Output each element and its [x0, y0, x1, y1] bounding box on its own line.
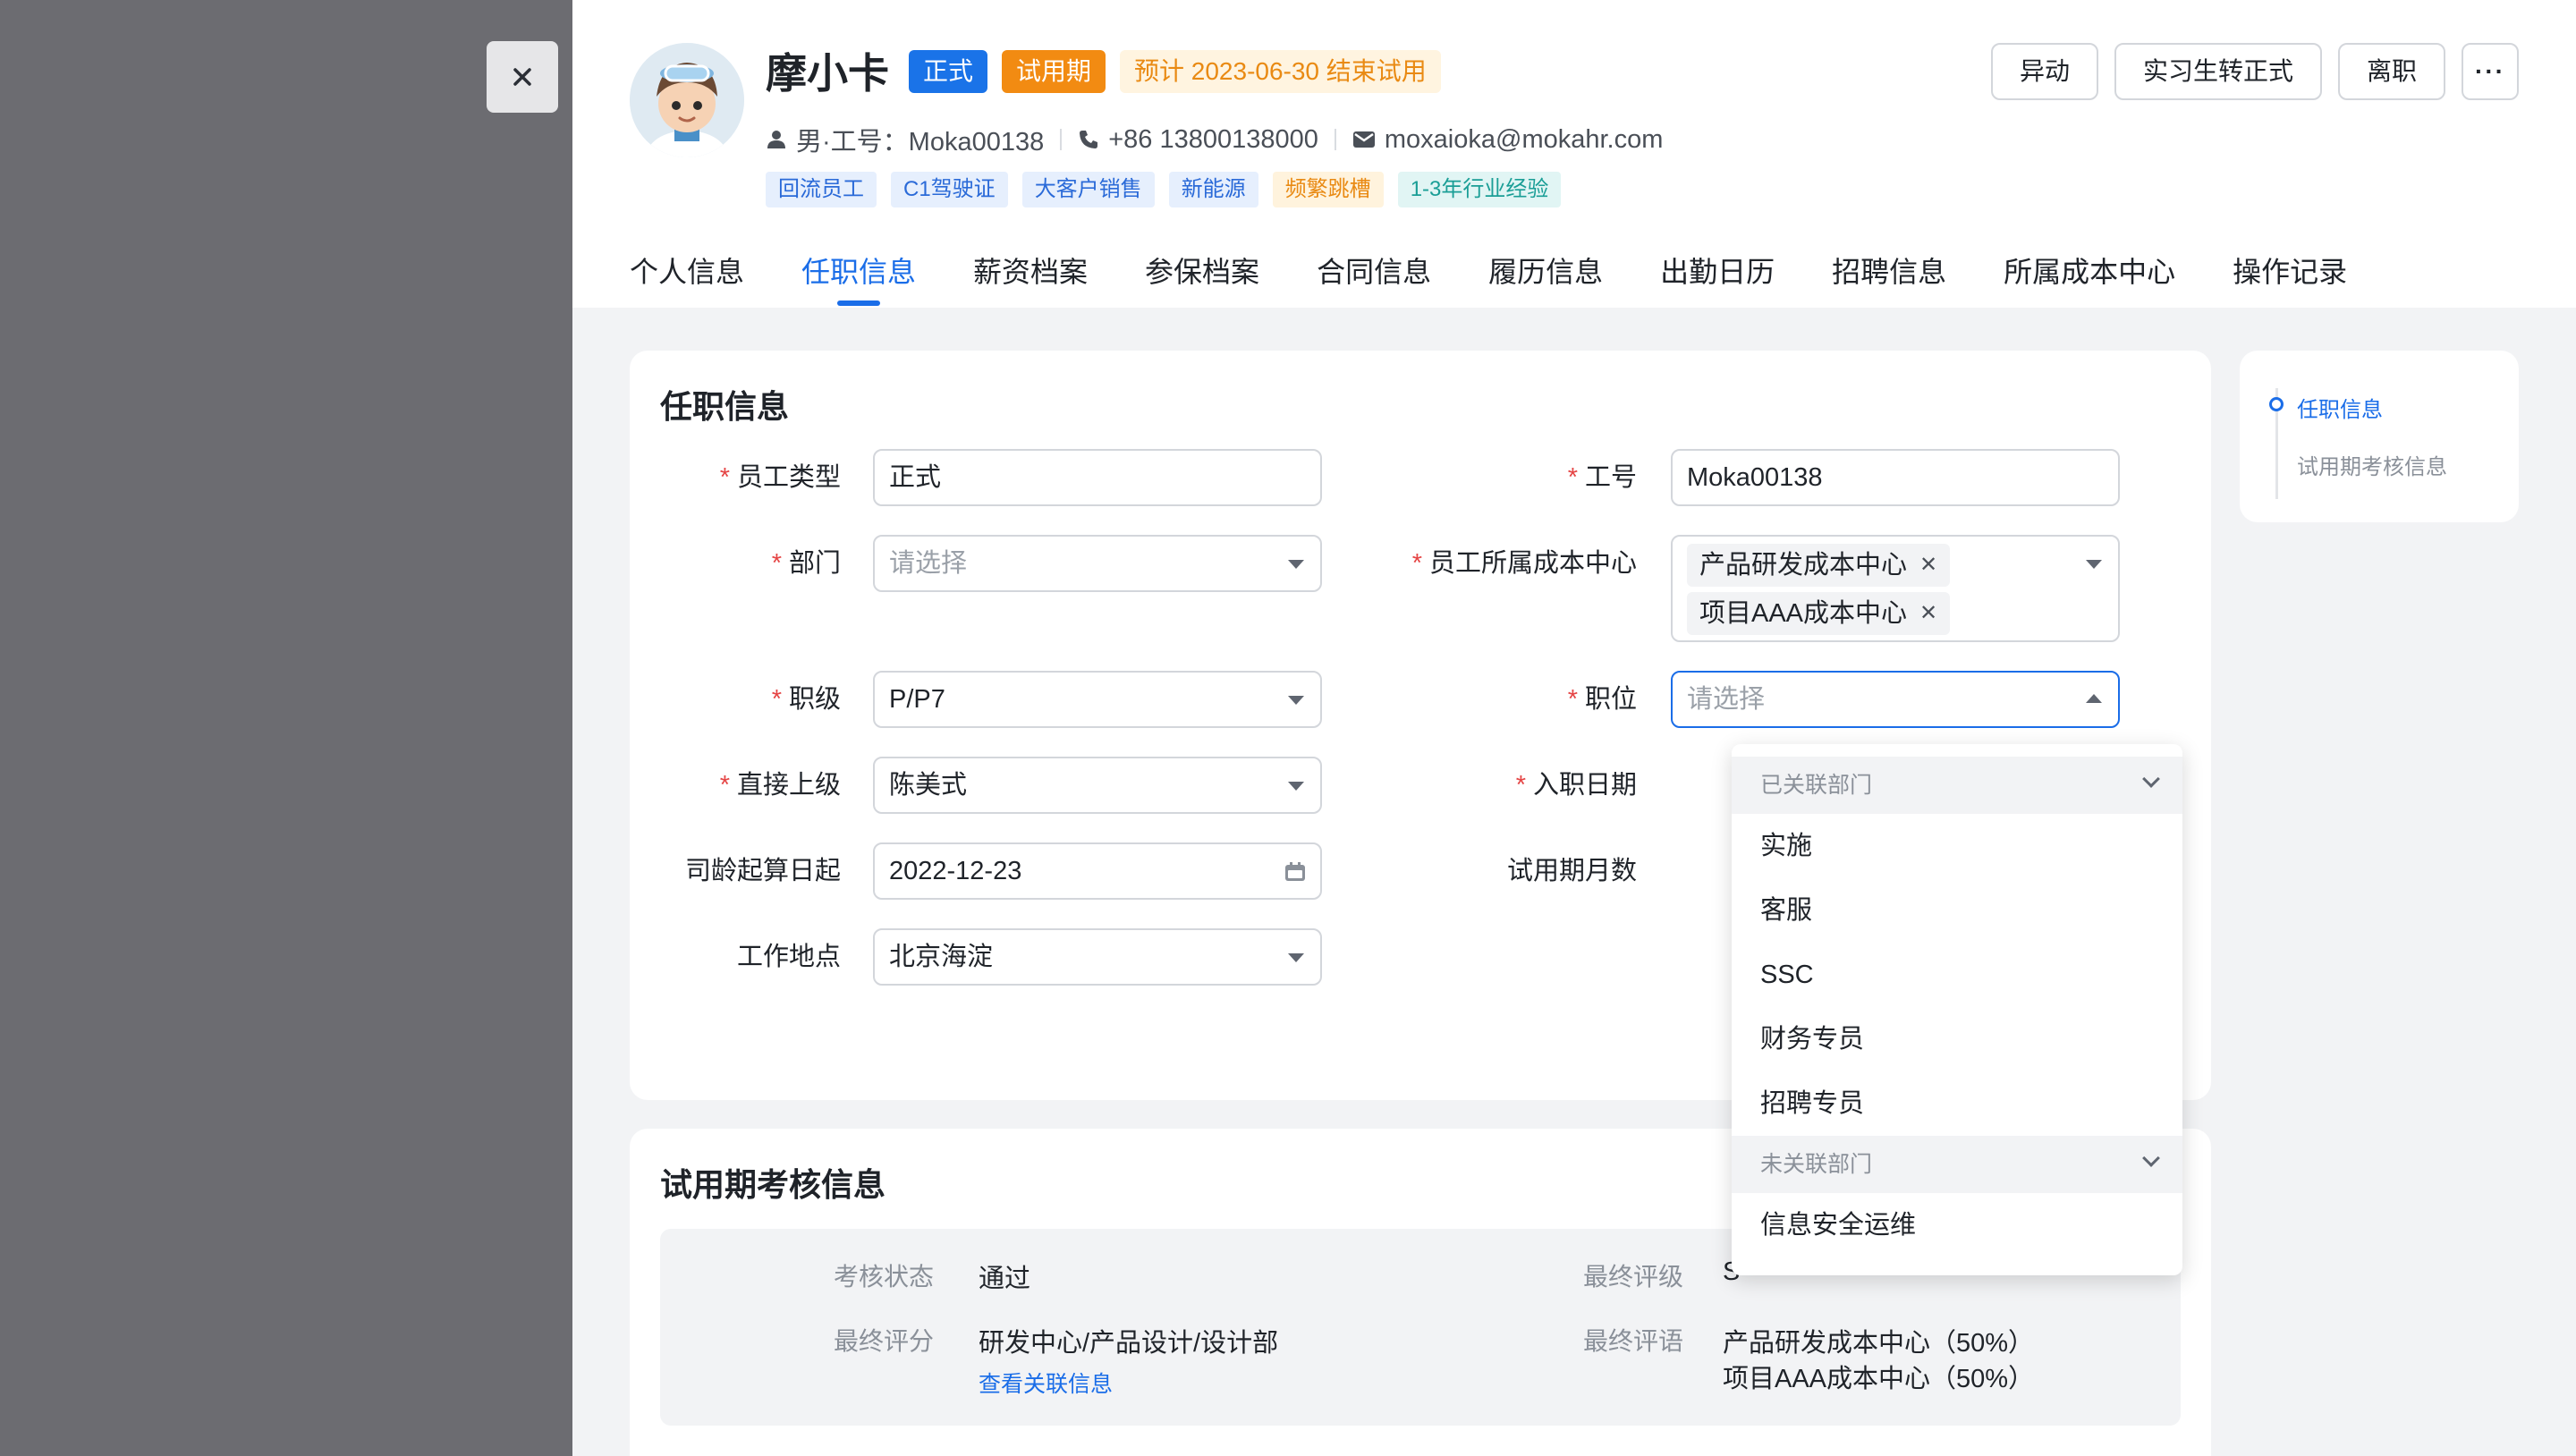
chevron-down-icon	[2086, 560, 2102, 569]
anchor-employment-info[interactable]: 任职信息	[2297, 392, 2383, 423]
avatar	[630, 43, 744, 157]
close-button[interactable]	[487, 41, 558, 113]
supervisor-label: * 直接上级	[719, 771, 841, 800]
anchor-trial-assessment[interactable]: 试用期考核信息	[2297, 449, 2447, 480]
cost-center-tag: 项目AAA成本中心 ✕	[1687, 592, 1951, 635]
trial-badge: 试用期	[1002, 50, 1106, 93]
dropdown-option[interactable]: 财务专员	[1732, 1007, 2182, 1071]
close-icon	[513, 68, 531, 86]
department-label: * 部门	[771, 549, 841, 578]
final-comment-line: 项目AAA成本中心（50%）	[1723, 1365, 2035, 1393]
tab-contract[interactable]: 合同信息	[1317, 249, 1431, 295]
assessment-status-value: 通过	[979, 1265, 1031, 1293]
chevron-down-icon	[2142, 770, 2160, 788]
modal-overlay[interactable]	[0, 0, 572, 1456]
tab-operation-log[interactable]: 操作记录	[2233, 249, 2347, 295]
employee-type-label: * 员工类型	[719, 463, 841, 492]
final-comment-line: 产品研发成本中心（50%）	[1723, 1329, 2035, 1358]
tab-recruiting[interactable]: 招聘信息	[1832, 249, 1946, 295]
final-comment-label: 最终评语	[1583, 1327, 1684, 1355]
supervisor-select[interactable]: 陈美式	[873, 757, 1322, 814]
position-dropdown: 已关联部门 实施 客服 SSC 财务专员 招聘专员 未关联部门 信息安全运维	[1732, 744, 2182, 1275]
profile-tags: 回流员工 C1驾驶证 大客户销售 新能源 频繁跳槽 1-3年行业经验	[766, 172, 1562, 207]
profile-tag: 回流员工	[766, 172, 877, 207]
employee-id-label: * 工号	[1567, 463, 1637, 492]
person-icon	[767, 131, 785, 148]
view-related-link[interactable]: 查看关联信息	[979, 1367, 1113, 1399]
dropdown-option[interactable]: 招聘专员	[1732, 1071, 2182, 1136]
calendar-icon	[1285, 862, 1305, 881]
dropdown-group-linked[interactable]: 已关联部门	[1732, 757, 2182, 814]
tab-resume[interactable]: 履历信息	[1488, 249, 1603, 295]
chevron-down-icon	[1288, 560, 1304, 569]
level-label: * 职级	[771, 685, 841, 714]
profile-tag: 1-3年行业经验	[1397, 172, 1562, 207]
position-select[interactable]: 请选择	[1671, 671, 2120, 728]
dropdown-option[interactable]: 客服	[1732, 878, 2182, 943]
tab-attendance[interactable]: 出勤日历	[1660, 249, 1775, 295]
tab-personal-info[interactable]: 个人信息	[630, 249, 744, 295]
phone-number: +86 13800138000	[1108, 124, 1318, 154]
assessment-status-label: 考核状态	[834, 1263, 935, 1291]
chevron-down-icon	[1288, 696, 1304, 705]
dropdown-option[interactable]: 信息安全运维	[1732, 1193, 2182, 1257]
tab-employment-info[interactable]: 任职信息	[801, 249, 916, 306]
seniority-date-picker[interactable]: 2022-12-23	[873, 842, 1322, 900]
gender-employee-id: 男·工号：Moka00138	[796, 128, 1045, 157]
profile-tag: 大客户销售	[1021, 172, 1155, 207]
employee-detail-panel: 摩小卡 正式 试用期 预计 2023-06-30 结束试用 男·工号：Moka0…	[572, 0, 2576, 1456]
intern-convert-button[interactable]: 实习生转正式	[2114, 43, 2322, 100]
trial-end-notice: 预计 2023-06-30 结束试用	[1120, 50, 1441, 93]
transfer-button[interactable]: 异动	[1990, 43, 2098, 100]
profile-tag: 频繁跳槽	[1272, 172, 1384, 207]
dropdown-option[interactable]: 实施	[1732, 814, 2182, 878]
work-location-label: 工作地点	[736, 943, 841, 971]
contact-row: 男·工号：Moka00138 +86 13800138000 moxaioka@…	[766, 120, 1663, 159]
final-rating-label: 最终评级	[1583, 1263, 1684, 1291]
anchor-active-dot	[2269, 397, 2284, 411]
position-label: * 职位	[1567, 685, 1637, 714]
tab-insurance[interactable]: 参保档案	[1145, 249, 1259, 295]
status-badge: 正式	[909, 50, 988, 93]
chevron-down-icon	[2142, 1149, 2160, 1167]
profile-tag: 新能源	[1168, 172, 1258, 207]
dropdown-option[interactable]: SSC	[1732, 943, 2182, 1007]
close-icon[interactable]: ✕	[1919, 592, 1937, 635]
phone-icon	[1080, 131, 1098, 148]
cost-center-label: * 员工所属成本中心	[1411, 549, 1637, 578]
chevron-up-icon	[2086, 694, 2102, 703]
trial-months-label: 试用期月数	[1506, 857, 1637, 885]
email-address: moxaioka@mokahr.com	[1384, 124, 1664, 154]
cost-center-multiselect[interactable]: 产品研发成本中心 ✕ 项目AAA成本中心 ✕	[1671, 535, 2120, 642]
section-title: 任职信息	[660, 388, 790, 425]
chevron-down-icon	[1288, 782, 1304, 791]
mail-icon	[1352, 131, 1375, 148]
resign-button[interactable]: 离职	[2337, 43, 2445, 100]
employee-type-field[interactable]: 正式	[873, 449, 1322, 506]
cost-center-tag: 产品研发成本中心 ✕	[1687, 544, 1951, 587]
employee-name: 摩小卡	[766, 50, 889, 97]
hire-date-label: * 入职日期	[1515, 771, 1637, 800]
final-score-label: 最终评分	[834, 1327, 935, 1355]
header-actions: 异动 实习生转正式 离职 ···	[1990, 43, 2519, 100]
detail-tabs: 个人信息 任职信息 薪资档案 参保档案 合同信息 履历信息 出勤日历 招聘信息 …	[630, 249, 2347, 306]
close-icon[interactable]: ✕	[1919, 544, 1937, 587]
employee-id-field[interactable]: Moka00138	[1671, 449, 2120, 506]
department-select[interactable]: 请选择	[873, 535, 1322, 592]
divider	[1060, 129, 1063, 150]
more-actions-button[interactable]: ···	[2462, 43, 2519, 100]
section-title: 试用期考核信息	[660, 1166, 886, 1203]
seniority-date-label: 司龄起算日起	[684, 857, 841, 885]
work-location-select[interactable]: 北京海淀	[873, 928, 1322, 986]
level-select[interactable]: P/P7	[873, 671, 1322, 728]
final-score-value: 研发中心/产品设计/设计部	[979, 1329, 1279, 1358]
chevron-down-icon	[1288, 953, 1304, 962]
profile-header: 摩小卡 正式 试用期 预计 2023-06-30 结束试用 男·工号：Moka0…	[572, 0, 2576, 308]
tab-salary[interactable]: 薪资档案	[973, 249, 1088, 295]
divider	[1334, 129, 1336, 150]
dropdown-group-unlinked[interactable]: 未关联部门	[1732, 1136, 2182, 1193]
anchor-nav: 任职信息 试用期考核信息	[2240, 351, 2519, 522]
tab-cost-center[interactable]: 所属成本中心	[2004, 249, 2175, 295]
profile-tag: C1驾驶证	[891, 172, 1008, 207]
